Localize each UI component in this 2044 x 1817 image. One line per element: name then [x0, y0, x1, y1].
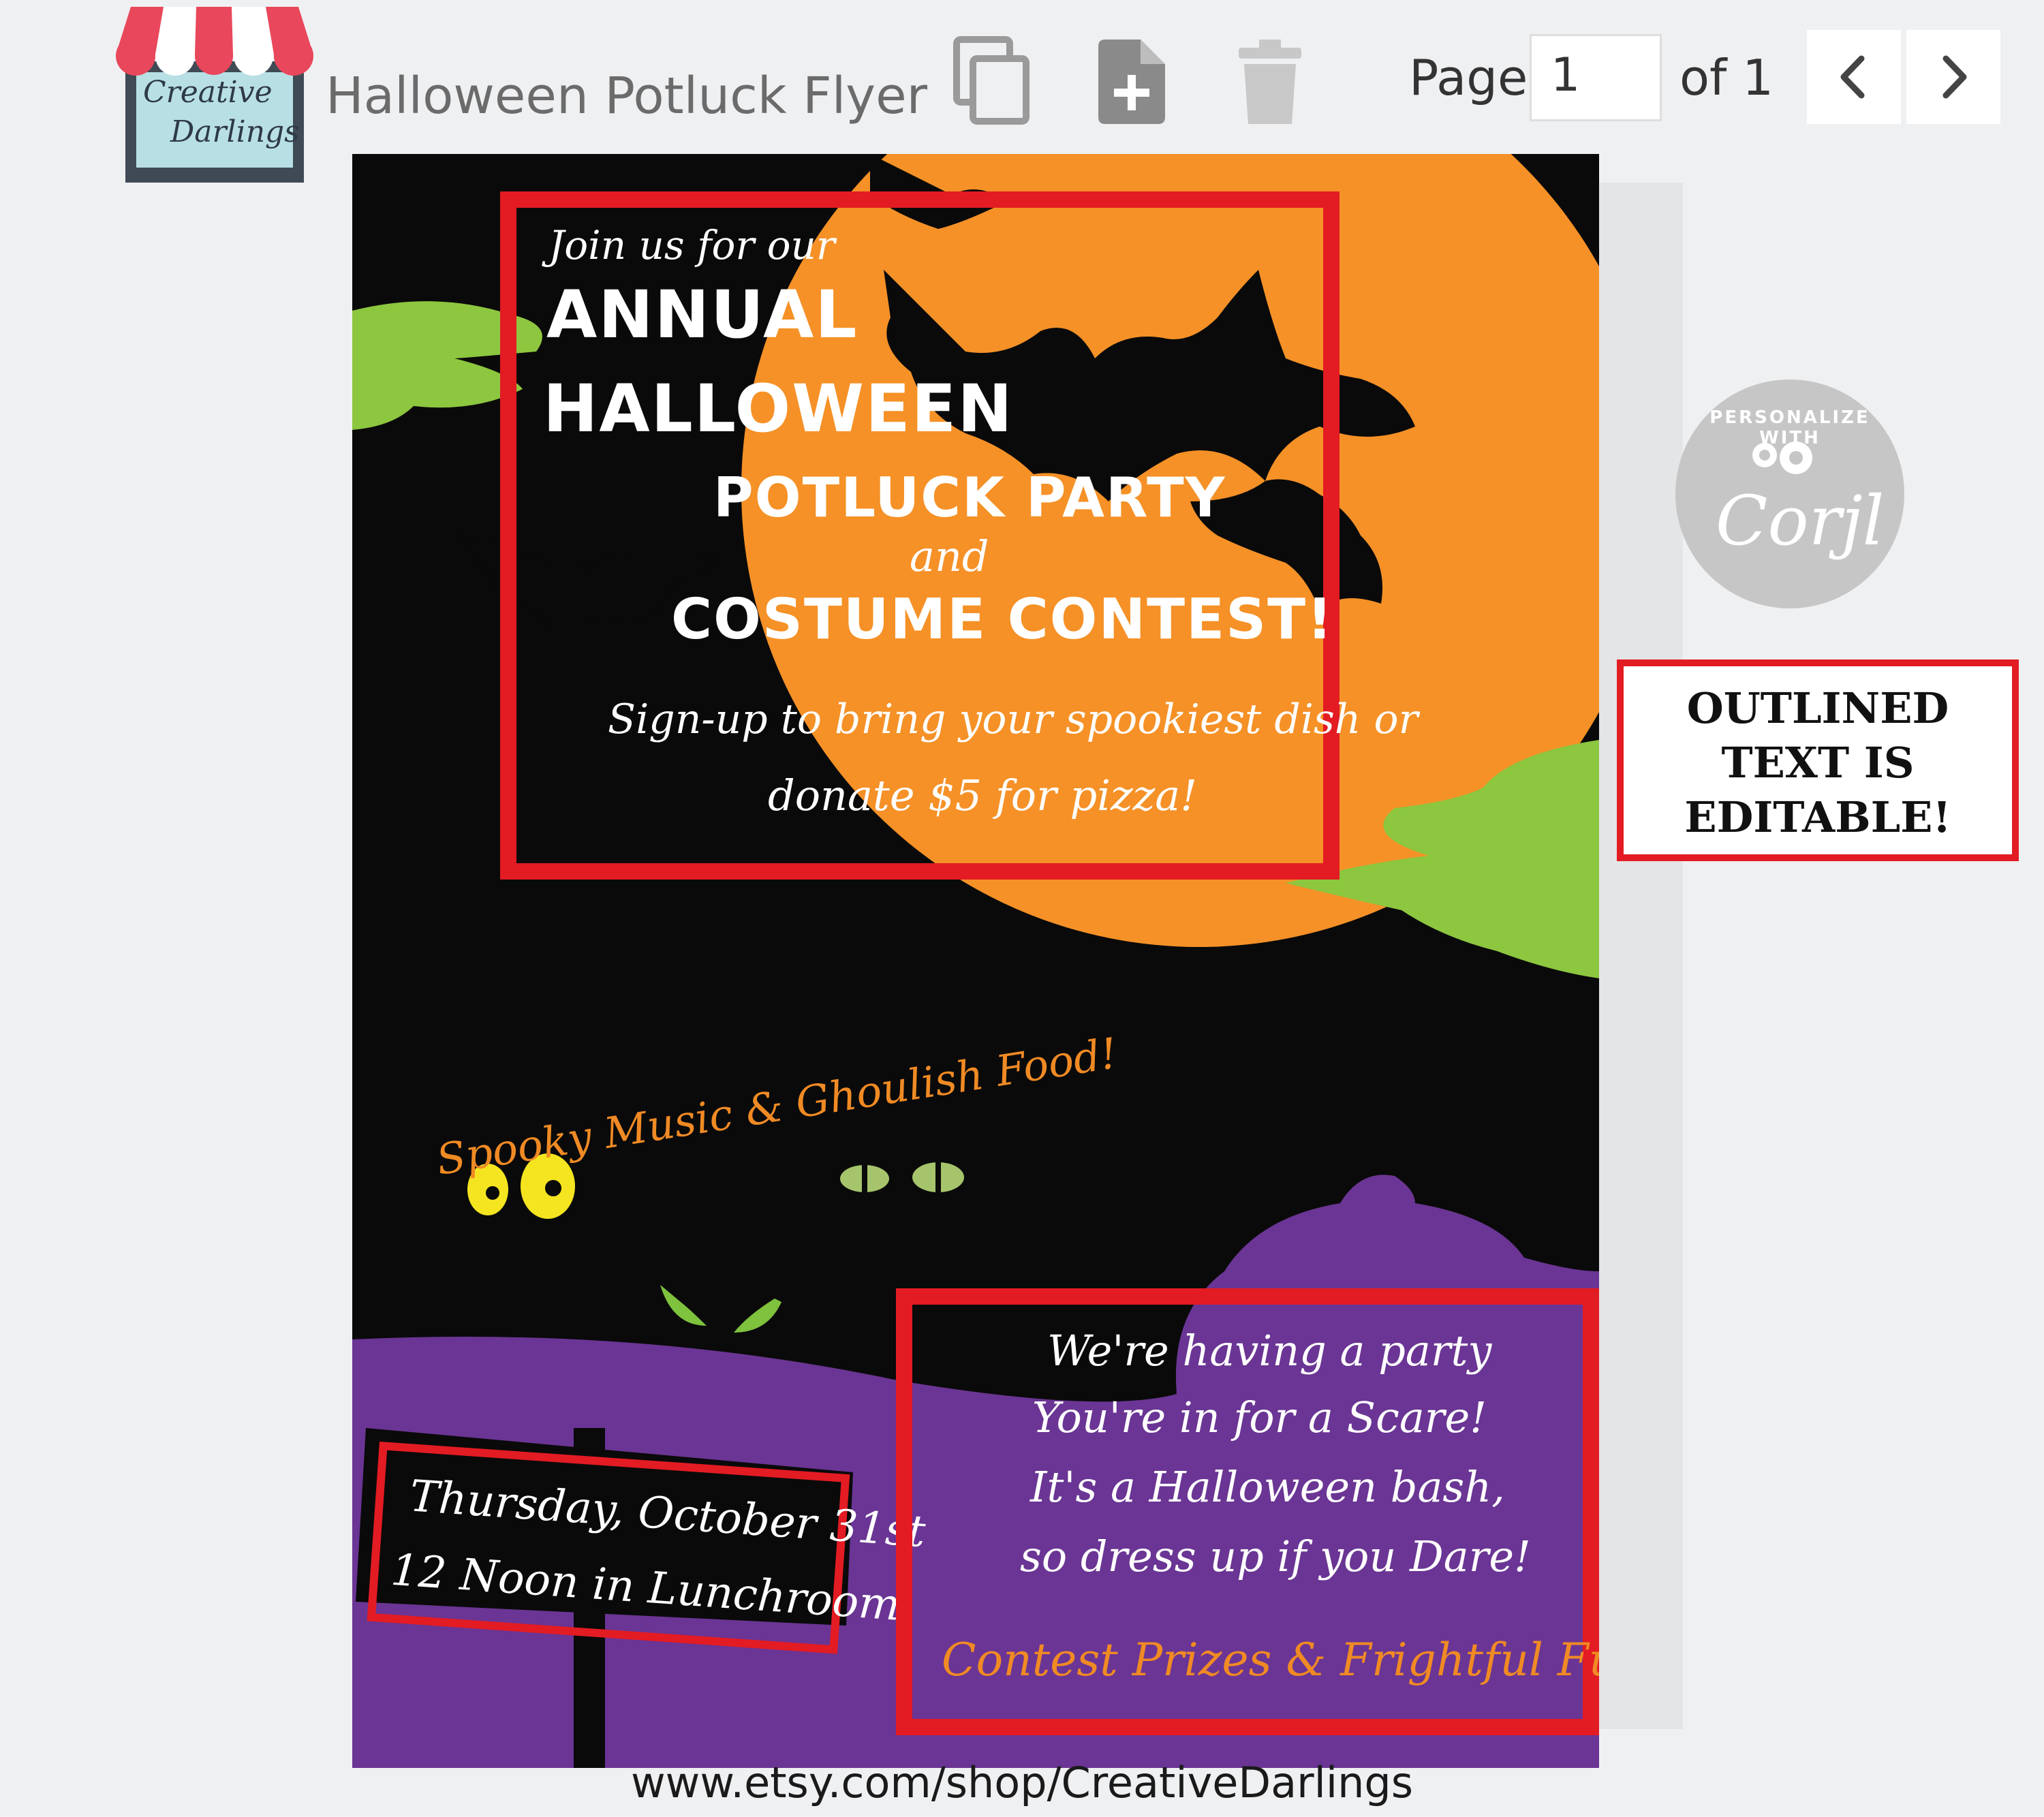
poem-line3: It's a Halloween bash, — [1030, 1462, 1505, 1512]
contest-prizes-text: Contest Prizes & Frightful Fun! — [942, 1634, 1599, 1686]
flyer-shadow — [1594, 183, 1683, 1729]
angry-green-eyes — [660, 1285, 781, 1333]
poem-line1: We're having a party — [1047, 1326, 1492, 1376]
title-annual: ANNUAL — [546, 277, 858, 353]
flyer-canvas: Join us for our ANNUAL HALLOWEEN POTLUCK… — [352, 154, 1599, 1768]
page-number-input[interactable]: 1 — [1530, 34, 1662, 121]
logo-text-line1: Creative — [143, 75, 273, 110]
intro-text: Join us for our — [548, 222, 835, 268]
badge-top-text: PERSONALIZE WITH — [1709, 407, 1870, 448]
note-line1: OUTLINED — [1686, 683, 1949, 733]
note-line2: TEXT IS — [1721, 738, 1915, 788]
title-and: and — [910, 531, 989, 581]
title-halloween: HALLOWEEN — [543, 371, 1014, 447]
page-count-label: of 1 — [1679, 49, 1774, 106]
chevron-left-icon — [1840, 55, 1865, 99]
poem-line4: so dress up if you Dare! — [1020, 1532, 1531, 1581]
page-label: Page — [1409, 49, 1528, 106]
previous-page-button[interactable] — [1807, 30, 1901, 124]
title-costume-contest: COSTUME CONTEST! — [671, 587, 1334, 652]
trash-icon[interactable] — [1239, 40, 1301, 127]
shop-logo: Creative Darlings — [116, 7, 313, 183]
note-line3: EDITABLE! — [1684, 792, 1951, 842]
title-potluck-party: POTLUCK PARTY — [713, 466, 1226, 529]
signup-line2: donate $5 for pizza! — [768, 771, 1198, 820]
poem-line2: You're in for a Scare! — [1032, 1393, 1487, 1442]
editable-outline-sign[interactable]: Thursday, October 31st 12 Noon in Lunchr… — [367, 1442, 927, 1654]
pale-green-eyes — [840, 1162, 964, 1192]
editable-note: OUTLINED TEXT IS EDITABLE! — [1617, 659, 2019, 861]
chevron-right-icon — [1942, 55, 1967, 99]
next-page-button[interactable] — [1906, 30, 2000, 124]
corjl-badge: PERSONALIZE WITH Corjl — [1675, 379, 1905, 609]
add-page-icon[interactable] — [1098, 40, 1165, 127]
badge-brand-text: Corjl — [1716, 481, 1885, 561]
document-title: Halloween Potluck Flyer — [326, 67, 928, 125]
logo-text-line2: Darlings — [170, 114, 300, 149]
shop-url[interactable]: www.etsy.com/shop/CreativeDarlings — [0, 1758, 2044, 1807]
copy-icon[interactable] — [953, 35, 1032, 128]
signup-line1: Sign-up to bring your spookiest dish or — [608, 696, 1419, 743]
